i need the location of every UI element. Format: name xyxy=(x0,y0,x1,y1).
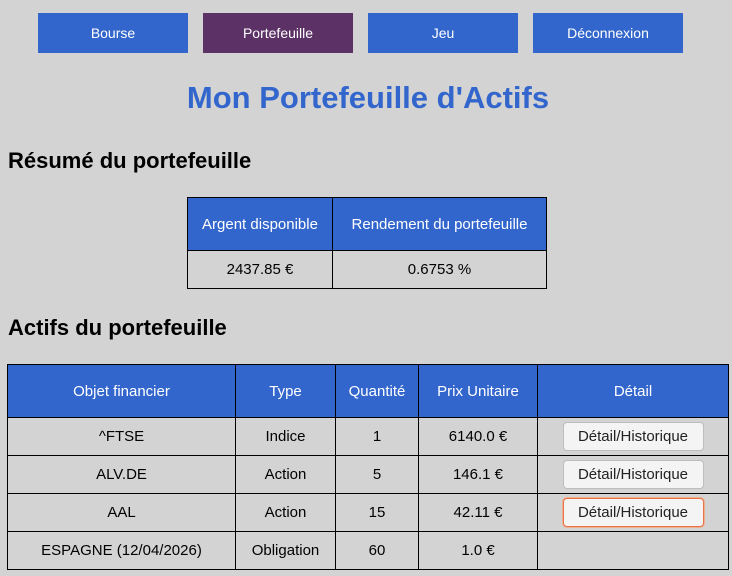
asset-quantity: 5 xyxy=(335,455,419,494)
asset-detail-cell: Détail/Historique xyxy=(537,455,729,494)
nav-deconnexion-button[interactable]: Déconnexion xyxy=(533,13,683,53)
nav-portefeuille-button[interactable]: Portefeuille xyxy=(203,13,353,53)
asset-type: Action xyxy=(235,493,336,532)
top-nav: Bourse Portefeuille Jeu Déconnexion xyxy=(38,13,683,53)
asset-quantity: 60 xyxy=(335,531,419,570)
asset-type: Action xyxy=(235,455,336,494)
asset-name: ESPAGNE (12/04/2026) xyxy=(7,531,236,570)
summary-table: Argent disponible Rendement du portefeui… xyxy=(187,197,547,289)
asset-quantity: 1 xyxy=(335,417,419,456)
asset-price: 6140.0 € xyxy=(418,417,538,456)
asset-name: ^FTSE xyxy=(7,417,236,456)
assets-header-quantity: Quantité xyxy=(335,364,419,418)
asset-quantity: 15 xyxy=(335,493,419,532)
summary-cash-value: 2437.85 € xyxy=(187,250,333,289)
detail-history-button[interactable]: Détail/Historique xyxy=(562,460,704,489)
asset-price: 146.1 € xyxy=(418,455,538,494)
assets-header-row: Objet financier Type Quantité Prix Unita… xyxy=(7,364,729,418)
assets-section-title: Actifs du portefeuille xyxy=(8,315,227,340)
summary-header-row: Argent disponible Rendement du portefeui… xyxy=(187,197,547,251)
asset-type: Indice xyxy=(235,417,336,456)
asset-type: Obligation xyxy=(235,531,336,570)
asset-detail-cell: Détail/Historique xyxy=(537,493,729,532)
summary-header-return: Rendement du portefeuille xyxy=(332,197,547,251)
asset-name: ALV.DE xyxy=(7,455,236,494)
summary-section-title: Résumé du portefeuille xyxy=(8,148,252,173)
summary-return-value: 0.6753 % xyxy=(332,250,547,289)
table-row: AAL Action 15 42.11 € Détail/Historique xyxy=(7,493,729,532)
table-row: ALV.DE Action 5 146.1 € Détail/Historiqu… xyxy=(7,455,729,494)
summary-header-cash: Argent disponible xyxy=(187,197,333,251)
assets-table: Objet financier Type Quantité Prix Unita… xyxy=(7,364,729,570)
assets-header-price: Prix Unitaire xyxy=(418,364,538,418)
table-row: ^FTSE Indice 1 6140.0 € Détail/Historiqu… xyxy=(7,417,729,456)
summary-value-row: 2437.85 € 0.6753 % xyxy=(187,250,547,289)
nav-bourse-button[interactable]: Bourse xyxy=(38,13,188,53)
table-row: ESPAGNE (12/04/2026) Obligation 60 1.0 € xyxy=(7,531,729,570)
assets-header-object: Objet financier xyxy=(7,364,236,418)
assets-header-type: Type xyxy=(235,364,336,418)
asset-detail-cell xyxy=(537,531,729,570)
detail-history-button[interactable]: Détail/Historique xyxy=(562,422,704,451)
asset-price: 42.11 € xyxy=(418,493,538,532)
page-title: Mon Portefeuille d'Actifs xyxy=(186,80,550,115)
asset-price: 1.0 € xyxy=(418,531,538,570)
detail-history-button[interactable]: Détail/Historique xyxy=(562,498,704,527)
nav-jeu-button[interactable]: Jeu xyxy=(368,13,518,53)
asset-detail-cell: Détail/Historique xyxy=(537,417,729,456)
asset-name: AAL xyxy=(7,493,236,532)
assets-header-detail: Détail xyxy=(537,364,729,418)
